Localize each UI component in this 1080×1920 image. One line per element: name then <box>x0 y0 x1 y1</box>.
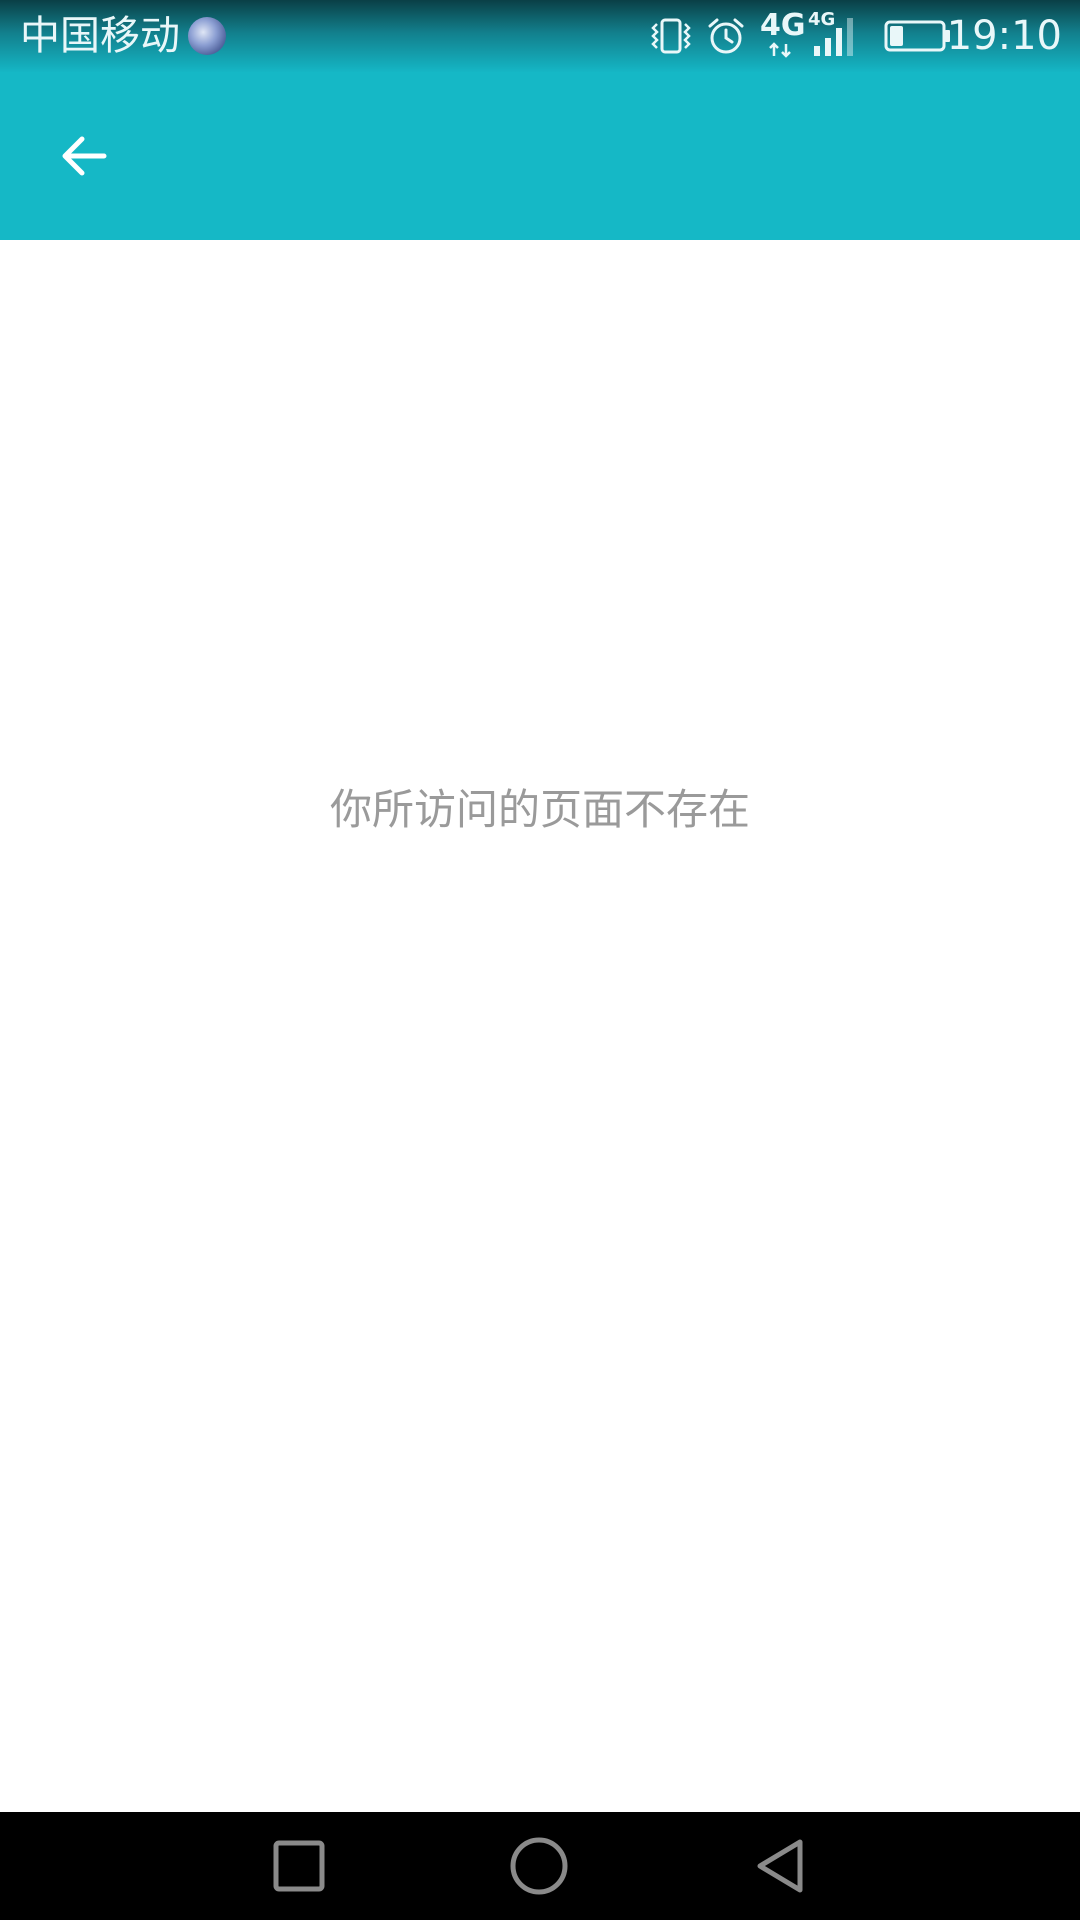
data-4g-icon: 4G <box>758 10 806 58</box>
signal-icon: 4G <box>808 10 860 58</box>
alarm-icon <box>708 18 744 54</box>
back-button[interactable] <box>40 112 128 200</box>
notification-avatar-icon <box>188 17 226 55</box>
page-not-found-message: 你所访问的页面不存在 <box>329 785 750 834</box>
recent-apps-button[interactable] <box>265 1832 333 1900</box>
navigation-bar <box>0 1812 1080 1920</box>
back-nav-button[interactable] <box>746 1832 814 1900</box>
battery-icon <box>884 20 950 52</box>
app-bar <box>0 72 1080 240</box>
triangle-back-icon <box>757 1839 803 1893</box>
screen: 中国移动 4G 4G 19:10 你所访问的页面不存在 <box>0 0 1080 1920</box>
carrier-name: 中国移动 <box>20 13 180 59</box>
circle-icon <box>510 1837 568 1895</box>
clock: 19:10 <box>946 13 1062 59</box>
data-network-label: 4G <box>760 8 806 43</box>
vibrate-icon <box>651 18 691 54</box>
arrow-left-icon <box>62 136 107 176</box>
status-bar: 中国移动 4G 4G 19:10 <box>0 0 1080 72</box>
home-button[interactable] <box>505 1832 573 1900</box>
square-icon <box>273 1840 325 1892</box>
content-area: 你所访问的页面不存在 <box>0 240 1080 1812</box>
